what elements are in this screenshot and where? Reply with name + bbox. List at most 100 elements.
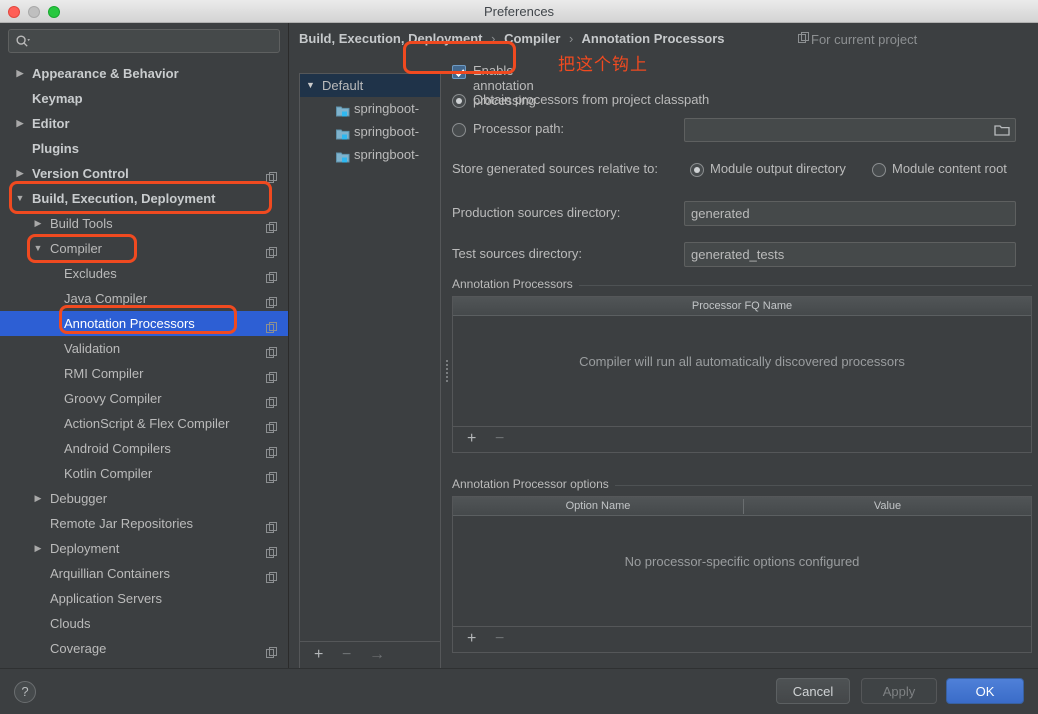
module-list-item[interactable]: springboot- bbox=[300, 120, 440, 143]
sidebar-item-arquillian-containers[interactable]: Arquillian Containers bbox=[0, 561, 288, 586]
module-label: springboot- bbox=[354, 124, 420, 139]
options-table-body[interactable]: No processor-specific options configured bbox=[453, 516, 1031, 626]
value-column-header[interactable]: Value bbox=[744, 497, 1031, 516]
sidebar-item-kotlin-compiler[interactable]: Kotlin Compiler bbox=[0, 461, 288, 486]
chevron-right-icon[interactable]: ▶ bbox=[32, 486, 44, 511]
project-scope-icon bbox=[266, 442, 278, 458]
module-list-item[interactable]: springboot- bbox=[300, 143, 440, 166]
project-scope-icon bbox=[266, 167, 278, 183]
window-title: Preferences bbox=[483, 4, 555, 19]
processors-column-header[interactable]: Processor FQ Name bbox=[453, 297, 1031, 316]
sidebar-item-remote-jar-repositories[interactable]: Remote Jar Repositories bbox=[0, 511, 288, 536]
sidebar-item-compiler[interactable]: ▼ Compiler bbox=[0, 236, 288, 261]
sidebar-item-java-compiler[interactable]: Java Compiler bbox=[0, 286, 288, 311]
chevron-right-icon[interactable]: ▶ bbox=[32, 211, 44, 236]
module-group-row[interactable]: ▼ Default bbox=[300, 74, 440, 97]
settings-sidebar: ▶ Appearance & Behavior Keymap ▶ Editor Plugi… bbox=[0, 23, 289, 668]
options-remove-button[interactable]: − bbox=[495, 630, 504, 648]
dialog-footer: ? Cancel Apply OK bbox=[0, 668, 1038, 714]
options-add-button[interactable]: + bbox=[467, 630, 476, 648]
project-scope-icon bbox=[266, 392, 278, 408]
breadcrumb-part-3: Annotation Processors bbox=[581, 31, 725, 46]
chevron-right-icon[interactable]: ▶ bbox=[14, 61, 26, 86]
help-button[interactable]: ? bbox=[14, 681, 36, 703]
sidebar-item-groovy-compiler[interactable]: Groovy Compiler bbox=[0, 386, 288, 411]
sidebar-item-label: Excludes bbox=[64, 266, 117, 281]
sidebar-item-android-compilers[interactable]: Android Compilers bbox=[0, 436, 288, 461]
sidebar-item-gradle-android-compiler[interactable]: Gradle-Android Compiler bbox=[0, 661, 288, 668]
test-sources-input[interactable]: generated_tests bbox=[684, 242, 1016, 267]
sidebar-item-editor[interactable]: ▶ Editor bbox=[0, 111, 288, 136]
folder-browse-icon[interactable] bbox=[994, 123, 1010, 137]
sidebar-item-label: Gradle-Android Compiler bbox=[50, 661, 194, 668]
module-list-panel: ▼ Default springboot-springboot-springboot… bbox=[299, 73, 441, 669]
sidebar-item-application-servers[interactable]: Application Servers bbox=[0, 586, 288, 611]
options-empty-message: No processor-specific options configured bbox=[624, 554, 860, 569]
sidebar-item-build-execution-deployment[interactable]: ▼ Build, Execution, Deployment bbox=[0, 186, 288, 211]
production-sources-input[interactable]: generated bbox=[684, 201, 1016, 226]
processors-table-body[interactable]: Compiler will run all automatically disc… bbox=[453, 316, 1031, 426]
module-content-root-radio[interactable] bbox=[872, 163, 886, 177]
processor-path-input[interactable] bbox=[684, 118, 1016, 142]
module-content-root-label: Module content root bbox=[892, 161, 1007, 176]
project-scope-icon bbox=[266, 367, 278, 383]
sidebar-item-version-control[interactable]: ▶ Version Control bbox=[0, 161, 288, 186]
search-icon bbox=[16, 35, 30, 47]
window-title-bar: Preferences bbox=[0, 0, 1038, 23]
sidebar-item-clouds[interactable]: Clouds bbox=[0, 611, 288, 636]
module-add-button[interactable]: + bbox=[314, 646, 323, 664]
chevron-right-icon[interactable]: ▶ bbox=[14, 161, 26, 186]
project-scope-icon bbox=[266, 267, 278, 283]
project-scope-icon bbox=[266, 217, 278, 233]
processor-path-radio[interactable] bbox=[452, 123, 466, 137]
production-sources-label: Production sources directory: bbox=[452, 205, 621, 220]
sidebar-item-label: Build Tools bbox=[50, 216, 113, 231]
sidebar-item-debugger[interactable]: ▶ Debugger bbox=[0, 486, 288, 511]
obtain-from-classpath-radio[interactable] bbox=[452, 94, 466, 108]
breadcrumb-part-2[interactable]: Compiler bbox=[504, 31, 560, 46]
project-scope-label: For current project bbox=[798, 32, 917, 47]
sidebar-item-label: Build, Execution, Deployment bbox=[32, 191, 216, 206]
enable-annotation-processing-checkbox[interactable] bbox=[452, 65, 466, 79]
sidebar-item-actionscript-flex-compiler[interactable]: ActionScript & Flex Compiler bbox=[0, 411, 288, 436]
apply-button[interactable]: Apply bbox=[861, 678, 937, 704]
processors-table-header: Processor FQ Name bbox=[453, 297, 1031, 316]
project-scope-icon bbox=[266, 517, 278, 533]
processors-table-toolbar: + − bbox=[453, 426, 1031, 452]
chevron-right-icon[interactable]: ▶ bbox=[14, 111, 26, 136]
sidebar-item-label: Plugins bbox=[32, 141, 79, 156]
project-scope-icon bbox=[266, 567, 278, 583]
sidebar-item-plugins[interactable]: Plugins bbox=[0, 136, 288, 161]
ok-button[interactable]: OK bbox=[946, 678, 1024, 704]
chevron-down-icon[interactable]: ▼ bbox=[32, 236, 44, 261]
processors-remove-button[interactable]: − bbox=[495, 430, 504, 448]
sidebar-item-excludes[interactable]: Excludes bbox=[0, 261, 288, 286]
processors-empty-message: Compiler will run all automatically disc… bbox=[579, 354, 905, 369]
sidebar-item-validation[interactable]: Validation bbox=[0, 336, 288, 361]
project-scope-icon bbox=[266, 317, 278, 333]
sidebar-item-annotation-processors[interactable]: Annotation Processors bbox=[0, 311, 288, 336]
search-box[interactable] bbox=[8, 29, 280, 53]
module-output-directory-radio[interactable] bbox=[690, 163, 704, 177]
settings-tree: ▶ Appearance & Behavior Keymap ▶ Editor Plugi… bbox=[0, 61, 288, 668]
cancel-button[interactable]: Cancel bbox=[776, 678, 850, 704]
breadcrumb-part-1[interactable]: Build, Execution, Deployment bbox=[299, 31, 482, 46]
sidebar-item-appearance-behavior[interactable]: ▶ Appearance & Behavior bbox=[0, 61, 288, 86]
sidebar-item-keymap[interactable]: Keymap bbox=[0, 86, 288, 111]
panel-splitter[interactable] bbox=[444, 73, 452, 669]
module-move-button[interactable]: → bbox=[369, 646, 385, 664]
chevron-right-icon[interactable]: ▶ bbox=[32, 536, 44, 561]
module-list-item[interactable]: springboot- bbox=[300, 97, 440, 120]
chevron-down-icon[interactable]: ▼ bbox=[14, 186, 26, 211]
module-remove-button[interactable]: − bbox=[342, 646, 351, 664]
search-input[interactable] bbox=[35, 30, 275, 52]
sidebar-item-label: Clouds bbox=[50, 616, 91, 631]
sidebar-item-coverage[interactable]: Coverage bbox=[0, 636, 288, 661]
option-name-column-header[interactable]: Option Name bbox=[453, 497, 743, 516]
sidebar-item-rmi-compiler[interactable]: RMI Compiler bbox=[0, 361, 288, 386]
sidebar-item-deployment[interactable]: ▶ Deployment bbox=[0, 536, 288, 561]
chevron-down-icon[interactable]: ▼ bbox=[306, 74, 315, 97]
sidebar-item-build-tools[interactable]: ▶ Build Tools bbox=[0, 211, 288, 236]
sidebar-item-label: Android Compilers bbox=[64, 441, 171, 456]
processors-add-button[interactable]: + bbox=[467, 430, 476, 448]
